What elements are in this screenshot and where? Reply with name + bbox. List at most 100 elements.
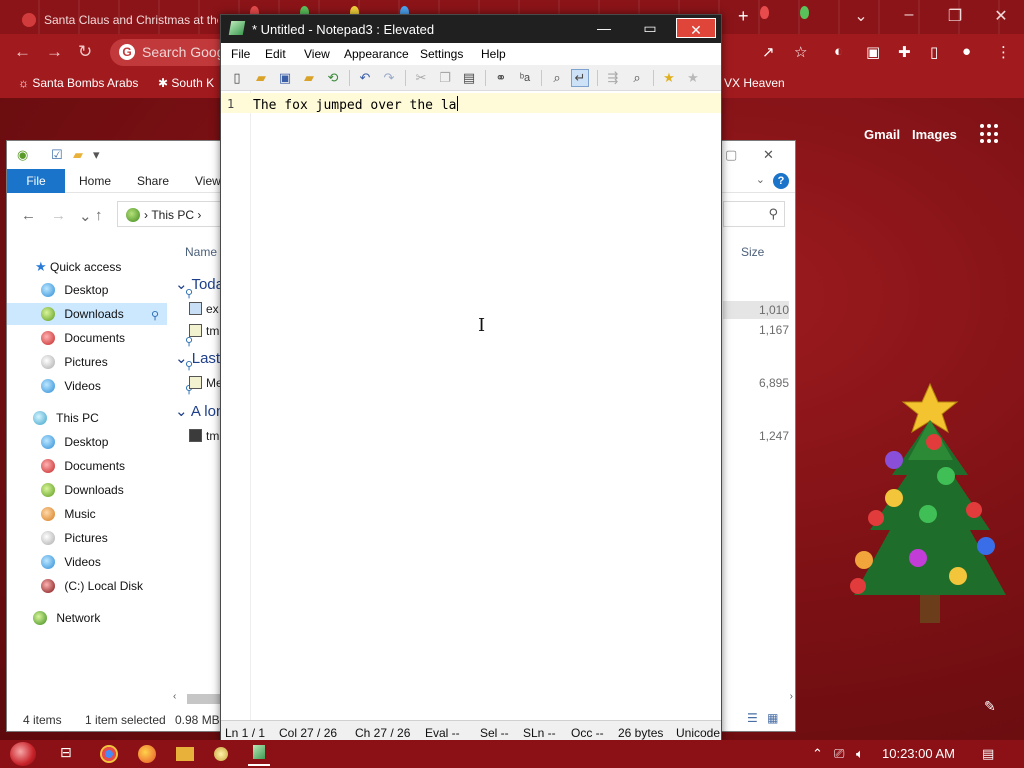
status-eval[interactable]: Eval -- (425, 726, 460, 740)
search-input[interactable]: ⚲ (723, 201, 785, 227)
nav-pc-videos[interactable]: Videos (41, 555, 167, 577)
notepad-close-button[interactable]: ✕ (676, 18, 716, 38)
chevron-down-icon[interactable]: ⌄ (838, 6, 884, 26)
taskbar-clock[interactable]: 10:23:00 AM (882, 746, 955, 761)
extension-flag-icon[interactable]: ◐ (834, 43, 843, 60)
notepad-minimize-button[interactable]: — (583, 17, 625, 39)
sidepanel-icon[interactable]: ▯ (930, 43, 938, 61)
menu-file[interactable]: File (231, 47, 250, 61)
nav-pc-documents[interactable]: Documents (41, 459, 167, 481)
favorites-star-icon[interactable]: ★ (661, 70, 677, 86)
status-selected-lines[interactable]: SLn -- (523, 726, 556, 740)
save-as-icon[interactable]: ▰ (301, 70, 317, 86)
ornament-app-icon[interactable] (214, 747, 228, 761)
file-row[interactable]: tm (189, 324, 219, 338)
back-arrow-icon[interactable]: ← (14, 42, 31, 62)
add-favorite-icon[interactable]: ★ (685, 70, 701, 86)
notepad-maximize-button[interactable]: ▭ (629, 17, 671, 39)
open-folder-icon[interactable]: ▰ (253, 70, 269, 86)
menu-view[interactable]: View (304, 47, 330, 61)
group-header-long-ago[interactable]: ⌄ A lon (175, 402, 224, 420)
browser-tab[interactable]: Santa Claus and Christmas at the... (8, 4, 218, 34)
word-wrap-icon[interactable]: ↵ (571, 69, 589, 87)
ribbon-expand-icon[interactable]: ⌄ (756, 173, 765, 186)
bookmark-item[interactable]: ✱ South K (158, 76, 214, 90)
nav-pc-local-disk[interactable]: (C:) Local Disk (41, 579, 167, 601)
bookmark-item[interactable]: ☼ Santa Bombs Arabs (18, 76, 138, 90)
nav-pc-music[interactable]: Music (41, 507, 167, 529)
menu-settings[interactable]: Settings (420, 47, 463, 61)
up-arrow-icon[interactable]: ↑ (95, 207, 103, 224)
goto-icon[interactable]: ⇶ (605, 70, 621, 86)
redo-icon[interactable]: ↷ (381, 70, 397, 86)
group-header-last[interactable]: ⌄ Last (175, 349, 220, 367)
bookmark-item[interactable]: VX Heaven (724, 76, 785, 90)
browser-restore-button[interactable]: ❐ (932, 6, 978, 26)
ribbon-tab-home[interactable]: Home (79, 174, 111, 188)
gmail-link[interactable]: Gmail (864, 127, 900, 142)
copy-icon[interactable]: ❐ (437, 70, 453, 86)
network-icon[interactable]: ⎚ (834, 746, 844, 762)
nav-quick-videos[interactable]: Videos ⚲ (41, 379, 193, 401)
nav-pc-desktop[interactable]: Desktop (41, 435, 167, 457)
menu-help[interactable]: Help (481, 47, 506, 61)
menu-kebab-icon[interactable]: ⋮ (996, 43, 1011, 61)
column-header-size[interactable]: Size (741, 245, 764, 259)
recent-dropdown-icon[interactable]: ⌄ (79, 207, 92, 225)
explorer-close-button[interactable]: ✕ (763, 147, 774, 163)
nav-this-pc[interactable]: This PC (33, 411, 163, 433)
qat-dropdown-icon[interactable]: ▾ (93, 147, 100, 163)
extension-s-icon[interactable]: ▣ (866, 43, 880, 61)
forward-arrow-icon[interactable]: → (46, 42, 63, 62)
paste-icon[interactable]: ▤ (461, 70, 477, 86)
zoom-icon[interactable]: ⌕ (549, 70, 565, 86)
status-encoding[interactable]: Unicode (676, 726, 720, 740)
nav-quick-documents[interactable]: Documents ⚲ (41, 331, 193, 353)
file-explorer-icon[interactable] (176, 747, 194, 761)
column-header-name[interactable]: Name (185, 245, 217, 259)
file-row[interactable]: ex (189, 302, 219, 316)
share-icon[interactable]: ↗ (762, 43, 775, 61)
properties-icon[interactable]: ☑ (51, 147, 63, 163)
notepad3-taskbar-icon[interactable] (248, 742, 270, 766)
ribbon-tab-view[interactable]: View (195, 174, 221, 188)
replace-icon[interactable]: ᵇa (517, 70, 533, 86)
new-tab-button[interactable]: + (738, 6, 749, 27)
forward-arrow-icon[interactable]: → (51, 207, 66, 224)
nav-pc-pictures[interactable]: Pictures (41, 531, 167, 553)
images-link[interactable]: Images (912, 127, 957, 142)
nav-quick-access[interactable]: ★ Quick access (35, 259, 165, 281)
status-column[interactable]: Col 27 / 26 (279, 726, 337, 740)
editor-area[interactable]: 1 The fox jumped over the la I (221, 91, 721, 720)
thumbnails-view-icon[interactable]: ▦ (767, 711, 778, 725)
nav-quick-pictures[interactable]: Pictures ⚲ (41, 355, 193, 377)
status-size[interactable]: 26 bytes (618, 726, 663, 740)
firefox-icon[interactable] (138, 745, 156, 763)
address-path[interactable]: › This PC › (117, 201, 222, 227)
nav-network[interactable]: Network (33, 611, 163, 633)
group-header-today[interactable]: ⌄ Toda (175, 275, 224, 293)
help-icon[interactable]: ? (773, 173, 789, 189)
details-view-icon[interactable]: ☰ (747, 711, 758, 725)
back-arrow-icon[interactable]: ← (21, 207, 36, 224)
file-row[interactable]: Me (189, 376, 223, 390)
menu-appearance[interactable]: Appearance (344, 47, 409, 61)
puzzle-icon[interactable]: ✚ (898, 43, 911, 61)
reload-icon[interactable]: ↻ (78, 42, 92, 62)
notifications-icon[interactable]: ▤ (982, 746, 994, 762)
save-icon[interactable]: ▣ (277, 70, 293, 86)
scroll-left-icon[interactable]: ‹ (173, 691, 176, 702)
new-folder-icon[interactable]: ▰ (73, 147, 83, 163)
status-occurrences[interactable]: Occ -- (571, 726, 604, 740)
omnibox-input[interactable]: G Search Goog (110, 39, 230, 66)
revert-icon[interactable]: ⟲ (325, 70, 341, 86)
find-icon[interactable]: ⌕ (629, 70, 645, 86)
star-icon[interactable]: ☆ (794, 43, 807, 61)
ribbon-tab-share[interactable]: Share (137, 174, 169, 188)
explorer-maximize-button[interactable]: ▢ (725, 147, 737, 163)
status-selection[interactable]: Sel -- (480, 726, 509, 740)
file-row[interactable]: tm (189, 429, 219, 443)
undo-icon[interactable]: ↶ (357, 70, 373, 86)
start-button[interactable] (10, 742, 36, 766)
task-view-icon[interactable]: ⊟ (60, 744, 80, 764)
